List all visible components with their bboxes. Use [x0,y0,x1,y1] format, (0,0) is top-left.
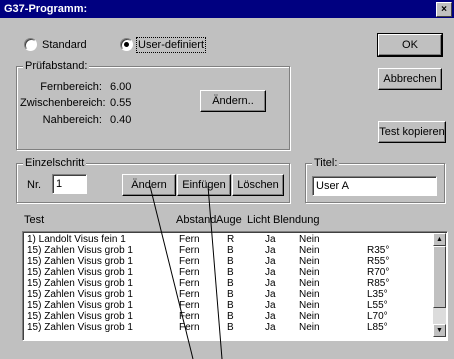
annotation-pointer-lines [149,185,223,359]
g37-dialog: G37-Programm: × Standard User-definiert … [0,0,454,359]
